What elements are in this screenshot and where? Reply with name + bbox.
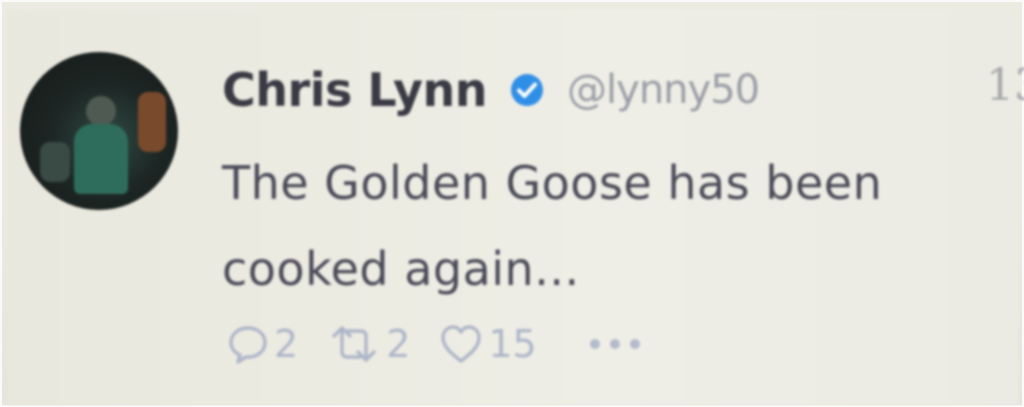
tweet-text: The Golden Goose has been cooked again..…: [222, 156, 883, 296]
avatar-figure-left: [40, 142, 70, 182]
avatar-figure-body: [74, 124, 128, 194]
tweet-header: Chris Lynn @lynny50: [222, 60, 760, 120]
reply-button[interactable]: 2: [226, 322, 298, 366]
tweet-actions: 2 2 15: [226, 316, 673, 372]
tweet-timestamp[interactable]: 13: [986, 60, 1024, 111]
avatar-figure-head: [86, 96, 116, 126]
reply-count: 2: [274, 322, 299, 366]
avatar-figure-right: [138, 92, 166, 152]
like-button[interactable]: 15: [438, 322, 537, 366]
retweet-button[interactable]: 2: [326, 322, 410, 366]
retweet-count: 2: [386, 322, 411, 366]
photo-frame: Chris Lynn @lynny50 13 The Golden Goose …: [0, 0, 1024, 407]
like-count: 15: [488, 322, 537, 366]
user-handle[interactable]: @lynny50: [567, 67, 760, 113]
heart-icon: [438, 322, 484, 366]
tweet-card[interactable]: Chris Lynn @lynny50 13 The Golden Goose …: [8, 10, 1024, 405]
more-icon: [585, 334, 645, 354]
more-button[interactable]: [585, 334, 645, 354]
display-name[interactable]: Chris Lynn: [222, 63, 488, 117]
avatar[interactable]: [20, 52, 178, 210]
retweet-icon: [326, 322, 382, 366]
reply-icon: [226, 322, 270, 366]
verified-badge-icon: [509, 72, 545, 108]
